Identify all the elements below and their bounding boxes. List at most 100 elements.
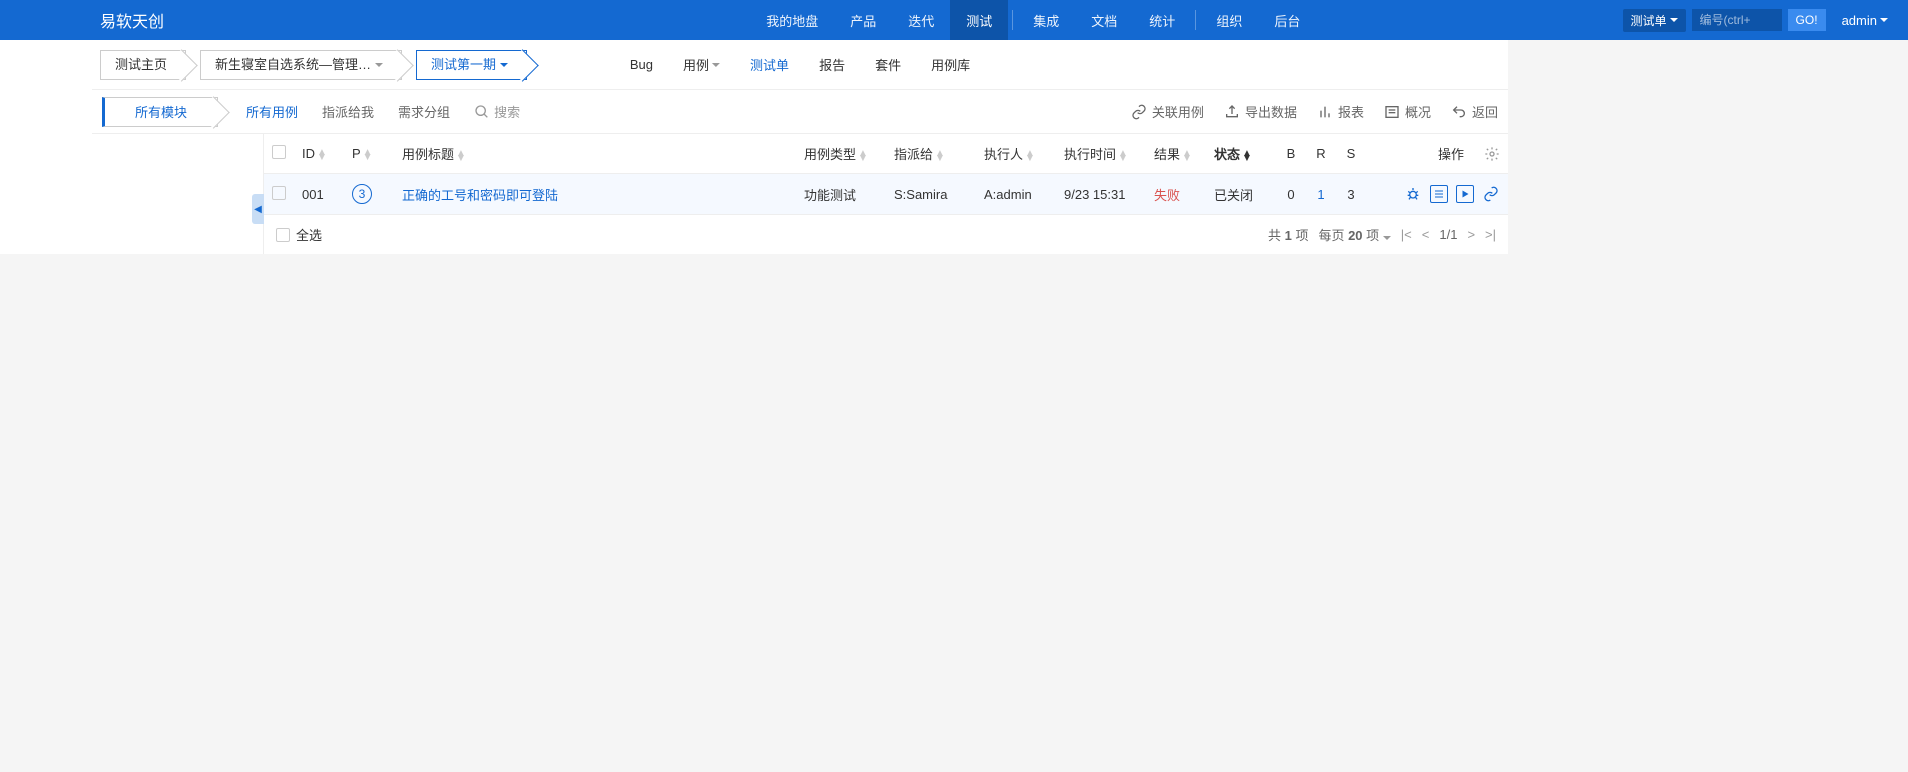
case-title-link[interactable]: 正确的工号和密码即可登陆 (402, 188, 558, 203)
topnav-item-iteration[interactable]: 迭代 (892, 0, 950, 40)
col-b[interactable]: B (1276, 134, 1306, 174)
topbar: 易软天创 我的地盘 产品 迭代 测试 集成 文档 统计 组织 后台 测试单 GO… (0, 0, 1908, 40)
action-unlink-icon[interactable] (1482, 185, 1500, 203)
subnav-bug[interactable]: Bug (630, 55, 653, 74)
pager-page: 1/1 (1439, 227, 1457, 242)
module-tabs: 所有模块 (102, 97, 218, 127)
col-title[interactable]: 用例标题▲▼ (394, 134, 796, 174)
action-overview[interactable]: 概况 (1384, 102, 1431, 121)
col-type[interactable]: 用例类型▲▼ (796, 134, 886, 174)
search-icon (474, 104, 490, 120)
pager-total: 共 1 项 (1268, 225, 1308, 244)
breadcrumb-product[interactable]: 新生寝室自选系统—管理… (200, 50, 402, 80)
cell-r[interactable]: 1 (1317, 187, 1324, 202)
breadcrumb-phase[interactable]: 测试第一期 (416, 50, 527, 80)
filter-by-story[interactable]: 需求分组 (398, 102, 450, 121)
filter-tabs: 所有用例 指派给我 需求分组 搜索 (246, 102, 520, 121)
pager-next[interactable]: > (1467, 227, 1475, 242)
checkbox-all[interactable] (272, 145, 286, 159)
brand: 易软天创 (100, 8, 164, 32)
col-executor[interactable]: 执行人▲▼ (976, 134, 1056, 174)
case-table: ID▲▼ P▲▼ 用例标题▲▼ 用例类型▲▼ 指派给▲▼ 执行人▲▼ 执行时间▲… (264, 134, 1508, 215)
content: ◀ ID▲▼ P▲▼ 用例标题▲▼ 用例类型▲▼ 指派给▲▼ 执行人▲▼ 执行时… (264, 134, 1508, 254)
subnav: Bug 用例 测试单 报告 套件 用例库 (630, 55, 970, 74)
search-type-dropdown[interactable]: 测试单 (1623, 9, 1686, 32)
col-priority[interactable]: P▲▼ (344, 134, 394, 174)
sidebar-collapse-handle[interactable]: ◀ (252, 194, 264, 224)
pager-perpage[interactable]: 每页 20 项 (1318, 225, 1390, 244)
chart-icon (1317, 104, 1333, 120)
col-settings[interactable] (1476, 134, 1508, 174)
subnav-suite[interactable]: 套件 (875, 55, 901, 74)
overview-icon (1384, 104, 1400, 120)
filter-search[interactable]: 搜索 (474, 102, 520, 121)
action-link-case[interactable]: 关联用例 (1131, 102, 1204, 121)
caret-down-icon (375, 63, 383, 67)
breadcrumb-test-home[interactable]: 测试主页 (100, 50, 186, 80)
sidebar-item-empty[interactable] (92, 138, 263, 150)
topnav-item-dashboard[interactable]: 我的地盘 (750, 0, 834, 40)
pager-first[interactable]: |< (1401, 227, 1412, 242)
user-name: admin (1842, 13, 1877, 28)
go-button[interactable]: GO! (1788, 9, 1826, 31)
topnav-item-test[interactable]: 测试 (950, 0, 1008, 40)
breadcrumb-row: 测试主页 新生寝室自选系统—管理… 测试第一期 Bug 用例 测试单 报告 套件… (92, 40, 1508, 90)
action-export[interactable]: 导出数据 (1224, 102, 1297, 121)
cell-b: 0 (1276, 174, 1306, 215)
topnav-item-product[interactable]: 产品 (834, 0, 892, 40)
cell-assigned: S:Samira (886, 174, 976, 215)
col-result[interactable]: 结果▲▼ (1146, 134, 1206, 174)
caret-down-icon (712, 63, 720, 67)
caret-down-icon (1383, 236, 1391, 240)
action-report[interactable]: 报表 (1317, 102, 1364, 121)
user-menu[interactable]: admin (1842, 13, 1888, 28)
col-exectime[interactable]: 执行时间▲▼ (1056, 134, 1146, 174)
toolbar: 所有模块 所有用例 指派给我 需求分组 搜索 关联用例 导出数据 报表 (92, 90, 1508, 134)
module-sidebar (92, 134, 264, 254)
topnav-right: 测试单 GO! admin (1623, 9, 1888, 32)
back-icon (1451, 104, 1467, 120)
row-actions (1374, 185, 1500, 203)
action-bug-icon[interactable] (1404, 185, 1422, 203)
subnav-case[interactable]: 用例 (683, 55, 720, 74)
pager-last[interactable]: >| (1485, 227, 1496, 242)
priority-badge: 3 (352, 184, 372, 204)
checkbox-select-all[interactable] (276, 228, 290, 242)
checkbox-row[interactable] (272, 186, 286, 200)
gear-icon (1484, 146, 1500, 162)
actions-right: 关联用例 导出数据 报表 概况 返回 (1131, 102, 1498, 121)
topnav-item-admin[interactable]: 后台 (1258, 0, 1316, 40)
cell-result: 失败 (1154, 188, 1180, 203)
col-s[interactable]: S (1336, 134, 1366, 174)
filter-all-cases[interactable]: 所有用例 (246, 102, 298, 121)
col-assigned[interactable]: 指派给▲▼ (886, 134, 976, 174)
action-list-icon[interactable] (1430, 185, 1448, 203)
export-icon (1224, 104, 1240, 120)
select-all[interactable]: 全选 (276, 225, 322, 244)
filter-assigned-to-me[interactable]: 指派给我 (322, 102, 374, 121)
table-header-row: ID▲▼ P▲▼ 用例标题▲▼ 用例类型▲▼ 指派给▲▼ 执行人▲▼ 执行时间▲… (264, 134, 1508, 174)
topnav: 我的地盘 产品 迭代 测试 集成 文档 统计 组织 后台 (750, 0, 1316, 40)
subnav-report[interactable]: 报告 (819, 55, 845, 74)
subnav-testorder[interactable]: 测试单 (750, 55, 789, 74)
divider (1012, 10, 1013, 30)
cell-priority: 3 (344, 174, 394, 215)
pager: 共 1 项 每页 20 项 |< < 1/1 > >| (1268, 225, 1496, 244)
action-run-icon[interactable] (1456, 185, 1474, 203)
pager-prev[interactable]: < (1422, 227, 1430, 242)
module-tab-all[interactable]: 所有模块 (102, 97, 218, 127)
breadcrumb: 测试主页 新生寝室自选系统—管理… 测试第一期 (100, 50, 541, 80)
search-input[interactable] (1692, 9, 1782, 31)
col-status[interactable]: 状态▲▼ (1206, 134, 1276, 174)
topnav-item-integration[interactable]: 集成 (1017, 0, 1075, 40)
search-type-label: 测试单 (1631, 12, 1667, 29)
topnav-item-stats[interactable]: 统计 (1133, 0, 1191, 40)
col-r[interactable]: R (1306, 134, 1336, 174)
topnav-item-org[interactable]: 组织 (1200, 0, 1258, 40)
topnav-item-docs[interactable]: 文档 (1075, 0, 1133, 40)
action-back[interactable]: 返回 (1451, 102, 1498, 121)
col-id[interactable]: ID▲▼ (294, 134, 344, 174)
table-row[interactable]: 001 3 正确的工号和密码即可登陆 功能测试 S:Samira A:admin… (264, 174, 1508, 215)
cell-status: 已关闭 (1206, 174, 1276, 215)
subnav-caselib[interactable]: 用例库 (931, 55, 970, 74)
